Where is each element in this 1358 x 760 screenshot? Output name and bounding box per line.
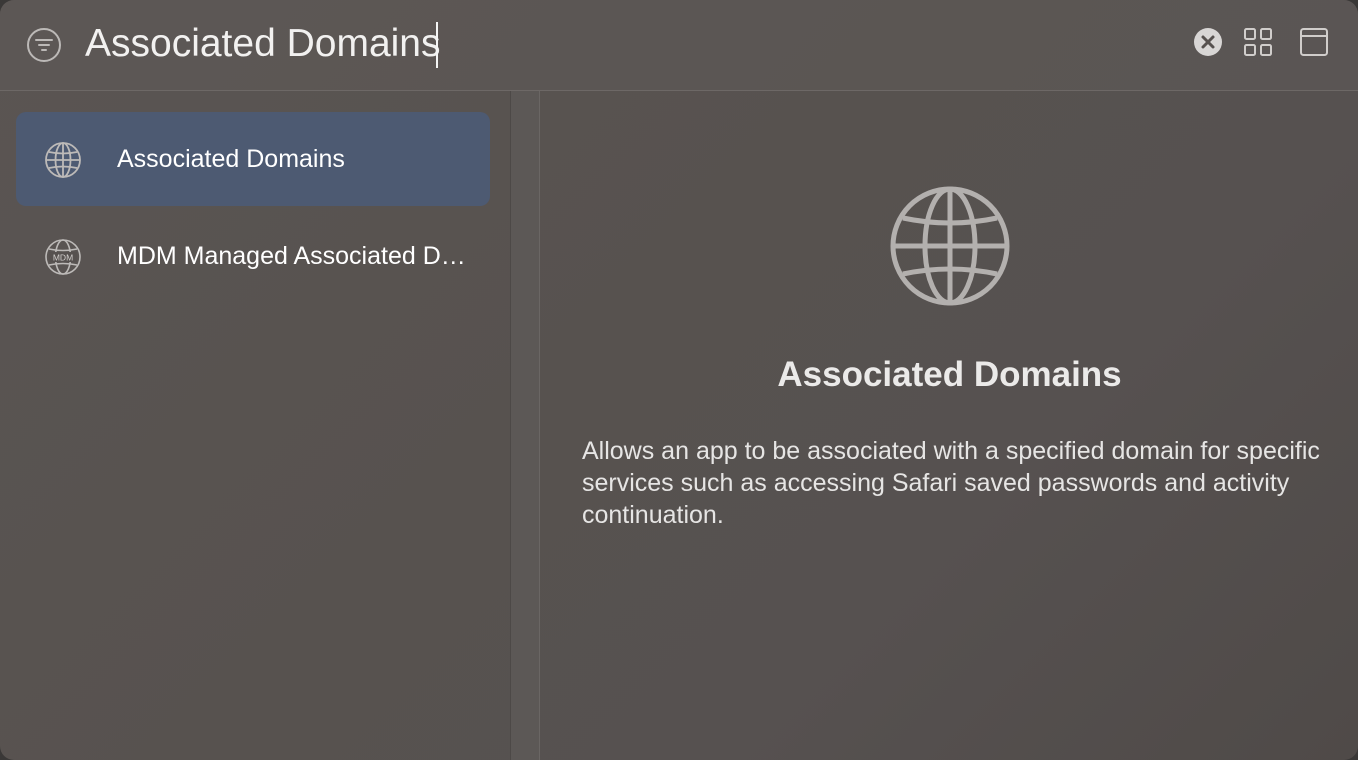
- window-panel-button[interactable]: [1298, 27, 1330, 62]
- sidebar-item-mdm-managed-associated-domains[interactable]: MDM MDM Managed Associated Domains: [16, 209, 490, 303]
- sidebar-item-label: MDM Managed Associated Domains: [117, 242, 467, 270]
- window-panel-icon: [1299, 27, 1329, 62]
- detail-pane: Associated Domains Allows an app to be a…: [541, 91, 1358, 760]
- filter-icon[interactable]: [26, 27, 62, 63]
- text-cursor: [436, 22, 438, 68]
- globe-icon: [888, 184, 1012, 308]
- library-window: Associated Domains MDM MDM Managed Assoc…: [0, 0, 1358, 760]
- sidebar-item-label: Associated Domains: [117, 145, 345, 173]
- search-input[interactable]: [85, 18, 1165, 70]
- split-view-divider[interactable]: [510, 91, 540, 760]
- globe-icon: [44, 141, 82, 179]
- grid-view-button[interactable]: [1242, 27, 1274, 62]
- grid-view-icon: [1243, 27, 1273, 62]
- sidebar-item-associated-domains[interactable]: Associated Domains: [16, 112, 490, 206]
- sidebar-list: Associated Domains MDM MDM Managed Assoc…: [0, 91, 510, 760]
- detail-title: Associated Domains: [777, 355, 1122, 394]
- search-header: [0, 0, 1358, 91]
- clear-x-circle-icon: [1193, 27, 1223, 62]
- svg-text:MDM: MDM: [53, 253, 73, 263]
- clear-search-button[interactable]: [1192, 27, 1224, 62]
- detail-description: Allows an app to be associated with a sp…: [582, 437, 1320, 529]
- mdm-globe-icon: MDM: [44, 238, 82, 276]
